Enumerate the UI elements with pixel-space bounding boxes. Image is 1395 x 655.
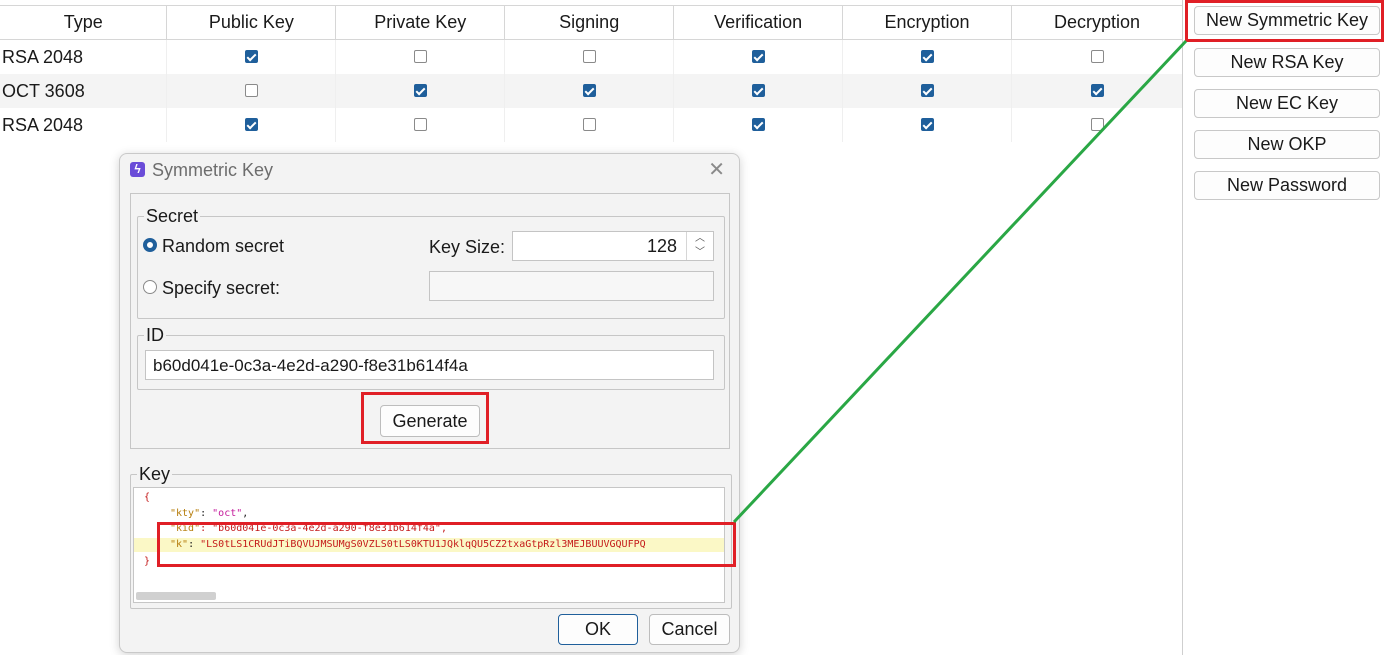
json-line-k: "k": "LS0tLS1CRUdJTiBQVUJMSUMgS0VZLS0tLS… bbox=[170, 539, 646, 550]
json-open-brace: { bbox=[144, 492, 150, 503]
json-key-k: "k" bbox=[170, 539, 189, 550]
new-symmetric-key-button[interactable]: New Symmetric Key bbox=[1194, 6, 1380, 35]
specify-secret-input[interactable] bbox=[429, 271, 714, 301]
new-rsa-key-button[interactable]: New RSA Key bbox=[1194, 48, 1380, 77]
json-value-kty: "oct" bbox=[212, 508, 243, 519]
verification-checkbox[interactable] bbox=[751, 50, 765, 64]
decryption-checkbox[interactable] bbox=[1090, 118, 1104, 132]
json-close-brace: } bbox=[144, 556, 150, 567]
generate-button[interactable]: Generate bbox=[380, 405, 480, 437]
cell-type: OCT 3608 bbox=[0, 74, 168, 108]
app-lightning-icon: ϟ bbox=[130, 162, 145, 177]
column-header-signing[interactable]: Signing bbox=[504, 5, 675, 40]
private-key-checkbox[interactable] bbox=[413, 50, 427, 64]
chevron-down-icon[interactable]: ﹀ bbox=[687, 246, 713, 260]
table-header-row: Type Public Key Private Key Signing Veri… bbox=[0, 5, 1183, 40]
close-icon[interactable]: ✕ bbox=[708, 157, 725, 182]
cell-type: RSA 2048 bbox=[0, 39, 168, 74]
id-group-label: ID bbox=[146, 325, 164, 345]
encryption-checkbox[interactable] bbox=[920, 118, 934, 132]
public-key-checkbox[interactable] bbox=[244, 50, 258, 64]
table-row[interactable]: RSA 2048 bbox=[0, 39, 1183, 74]
new-okp-button[interactable]: New OKP bbox=[1194, 130, 1380, 159]
signing-checkbox[interactable] bbox=[582, 84, 596, 98]
column-header-type[interactable]: Type bbox=[0, 5, 168, 40]
horizontal-scrollbar[interactable] bbox=[136, 592, 216, 600]
id-value[interactable]: b60d041e-0c3a-4e2d-a290-f8e31b614f4a bbox=[153, 356, 468, 376]
encryption-checkbox[interactable] bbox=[920, 50, 934, 64]
decryption-checkbox[interactable] bbox=[1090, 84, 1104, 98]
column-header-public-key[interactable]: Public Key bbox=[166, 5, 337, 40]
new-ec-key-button[interactable]: New EC Key bbox=[1194, 89, 1380, 118]
private-key-checkbox[interactable] bbox=[413, 118, 427, 132]
key-size-spinner[interactable]: 128 ︿ ﹀ bbox=[512, 231, 714, 261]
column-header-encryption[interactable]: Encryption bbox=[842, 5, 1013, 40]
column-header-verification[interactable]: Verification bbox=[673, 5, 844, 40]
chevron-up-icon[interactable]: ︿ bbox=[687, 232, 713, 246]
table-row[interactable]: OCT 3608 bbox=[0, 74, 1183, 108]
column-header-private-key[interactable]: Private Key bbox=[335, 5, 506, 40]
specify-secret-label[interactable]: Specify secret: bbox=[162, 278, 280, 299]
json-value-k: "LS0tLS1CRUdJTiBQVUJMSUMgS0VZLS0tLS0KTU1… bbox=[200, 539, 646, 550]
key-size-label: Key Size: bbox=[429, 237, 506, 257]
public-key-checkbox[interactable] bbox=[244, 84, 258, 98]
cancel-button[interactable]: Cancel bbox=[649, 614, 730, 645]
key-group-label: Key bbox=[139, 464, 171, 484]
json-line-kty: "kty": "oct", bbox=[170, 508, 249, 519]
actions-panel: New Symmetric Key New RSA Key New EC Key… bbox=[1182, 0, 1395, 655]
id-input[interactable]: b60d041e-0c3a-4e2d-a290-f8e31b614f4a bbox=[145, 350, 714, 380]
keys-table: Type Public Key Private Key Signing Veri… bbox=[0, 5, 1183, 142]
json-value-kid: "b60d041e-0c3a-4e2d-a290-f8e31b614f4a" bbox=[212, 523, 441, 534]
secret-group-label: Secret bbox=[146, 206, 199, 226]
encryption-checkbox[interactable] bbox=[920, 84, 934, 98]
table-row[interactable]: RSA 2048 bbox=[0, 108, 1183, 142]
new-password-button[interactable]: New Password bbox=[1194, 171, 1380, 200]
json-brace: { bbox=[144, 492, 151, 503]
spinner-arrows[interactable]: ︿ ﹀ bbox=[686, 232, 713, 260]
key-json-editor[interactable]: { "kty": "oct", "kid": "b60d041e-0c3a-4e… bbox=[133, 487, 725, 603]
specify-secret-radio[interactable] bbox=[143, 280, 157, 294]
private-key-checkbox[interactable] bbox=[413, 84, 427, 98]
secret-group: Secret bbox=[137, 207, 725, 319]
random-secret-radio[interactable] bbox=[143, 238, 157, 252]
json-key-kty: "kty" bbox=[170, 508, 201, 519]
signing-checkbox[interactable] bbox=[582, 50, 596, 64]
dialog-title: Symmetric Key bbox=[152, 160, 274, 180]
signing-checkbox[interactable] bbox=[582, 118, 596, 132]
verification-checkbox[interactable] bbox=[751, 84, 765, 98]
ok-button[interactable]: OK bbox=[558, 614, 638, 645]
random-secret-label[interactable]: Random secret bbox=[162, 236, 284, 257]
cell-type: RSA 2048 bbox=[0, 108, 168, 142]
column-header-decryption[interactable]: Decryption bbox=[1011, 5, 1183, 40]
key-size-value[interactable]: 128 bbox=[647, 236, 677, 257]
json-key-kid: "kid" bbox=[170, 523, 201, 534]
verification-checkbox[interactable] bbox=[751, 118, 765, 132]
public-key-checkbox[interactable] bbox=[244, 118, 258, 132]
json-brace: } bbox=[144, 556, 151, 567]
decryption-checkbox[interactable] bbox=[1090, 50, 1104, 64]
json-line-kid: "kid": "b60d041e-0c3a-4e2d-a290-f8e31b61… bbox=[170, 523, 447, 534]
